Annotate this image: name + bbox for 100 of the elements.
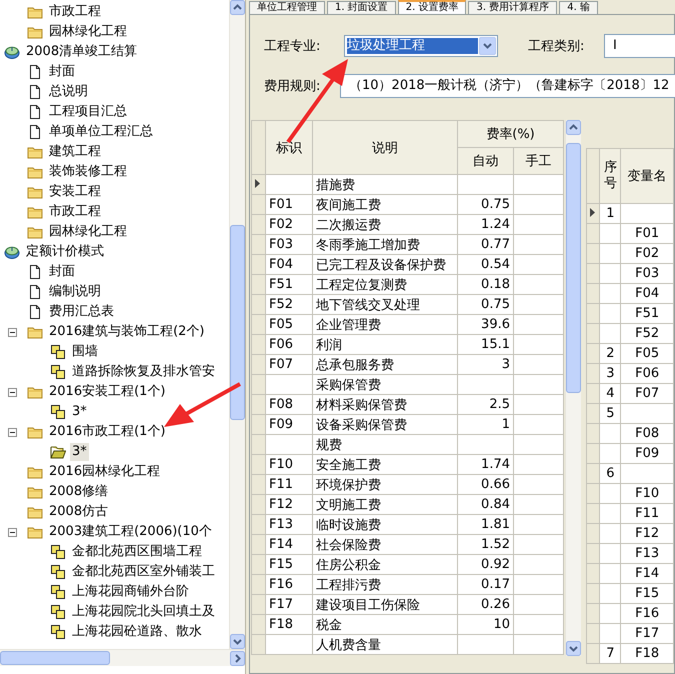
tree-item[interactable]: 围墙 [70, 343, 100, 361]
vertical-scrollbar[interactable] [565, 120, 581, 656]
table-cell[interactable] [514, 194, 564, 214]
table-cell[interactable] [514, 614, 564, 634]
table-cell[interactable] [514, 254, 564, 274]
stacked-squares-icon [50, 584, 66, 600]
tree-item[interactable]: 3* [70, 443, 89, 461]
table-cell[interactable] [514, 534, 564, 554]
table-cell[interactable] [514, 274, 564, 294]
table-cell: 采购保管费 [312, 374, 458, 394]
table-cell: F06 [620, 364, 674, 384]
tab[interactable]: 单位工程管理 [249, 1, 325, 14]
table-cell [600, 324, 621, 344]
tab[interactable]: 3. 费用计算程序 [468, 1, 558, 14]
tree-item[interactable]: 安装工程 [47, 183, 103, 201]
table-cell[interactable] [514, 214, 564, 234]
table-cell[interactable] [514, 454, 564, 474]
table-cell[interactable] [514, 394, 564, 414]
table-cell[interactable] [514, 474, 564, 494]
table-cell[interactable] [514, 554, 564, 574]
tab[interactable]: 2. 设置费率 [398, 0, 466, 14]
scroll-thumb[interactable] [0, 651, 110, 665]
table-cell: F02 [620, 244, 674, 264]
tree-item[interactable]: 园林绿化工程 [47, 23, 129, 41]
fee-rule-field[interactable]: （10）2018一般计税（济宁）（鲁建标字〔2018〕12 [340, 74, 675, 98]
table-cell[interactable] [514, 414, 564, 434]
dropdown-button[interactable] [479, 37, 496, 55]
tree-item[interactable]: 定额计价模式 [24, 243, 106, 261]
table-cell[interactable] [514, 334, 564, 354]
table-cell: 夜间施工费 [312, 194, 458, 214]
table-cell: 7 [600, 644, 621, 664]
table-cell: 1.24 [458, 214, 514, 234]
specialty-dropdown[interactable]: 垃圾处理工程 [344, 35, 498, 57]
table-cell: F18 [266, 614, 312, 634]
table-cell: 工程排污费 [312, 574, 458, 594]
table-cell [600, 244, 621, 264]
table-cell[interactable] [514, 634, 564, 654]
tree-item[interactable]: 上海花园砼道路、散水 [70, 623, 204, 641]
scroll-thumb[interactable] [566, 143, 581, 393]
table-cell[interactable] [514, 374, 564, 394]
tree-item[interactable]: 2016市政工程(1个) [47, 423, 168, 441]
table-cell: F51 [620, 304, 674, 324]
collapse-icon[interactable] [8, 428, 17, 436]
table-cell[interactable] [514, 434, 564, 454]
tree-item[interactable]: 金都北苑西区室外铺装工 [70, 563, 217, 581]
tree-item[interactable]: 2003建筑工程(2006)(10个 [47, 523, 214, 541]
table-cell [600, 584, 621, 604]
table-cell: 企业管理费 [312, 314, 458, 334]
table-cell: F52 [266, 294, 312, 314]
tree-item[interactable]: 上海花园院北头回填土及 [70, 603, 217, 621]
table-cell [620, 464, 674, 484]
tree-item[interactable]: 单项单位工程汇总 [47, 123, 155, 141]
tree-item[interactable]: 装饰装修工程 [47, 163, 129, 181]
column-header: 手工 [514, 148, 564, 174]
tree-item[interactable]: 上海花园商铺外台阶 [70, 583, 191, 601]
vertical-scrollbar[interactable] [229, 0, 245, 649]
table-cell: 建设项目工伤保险 [312, 594, 458, 614]
horizontal-scrollbar[interactable] [0, 649, 245, 666]
column-header: 自动 [458, 148, 514, 174]
collapse-icon[interactable] [8, 528, 17, 536]
tree-item[interactable]: 2016园林绿化工程 [47, 463, 162, 481]
table-cell: 地下管线交叉处理 [312, 294, 458, 314]
tree-item[interactable]: 园林绿化工程 [47, 223, 129, 241]
tree-item[interactable]: 2016安装工程(1个) [47, 383, 168, 401]
table-cell[interactable] [514, 354, 564, 374]
collapse-icon[interactable] [8, 388, 17, 396]
tab[interactable]: 4. 输 [559, 1, 598, 14]
tree-item[interactable]: 市政工程 [47, 203, 103, 221]
tree-item[interactable]: 封面 [47, 263, 77, 281]
table-cell[interactable] [514, 514, 564, 534]
table-cell[interactable] [514, 494, 564, 514]
tree-item[interactable]: 市政工程 [47, 3, 103, 21]
scroll-thumb[interactable] [230, 225, 245, 420]
table-cell[interactable] [514, 314, 564, 334]
tree-item[interactable]: 3* [70, 403, 89, 421]
table-cell[interactable] [514, 594, 564, 614]
tree-item[interactable]: 费用汇总表 [47, 303, 116, 321]
tree-item[interactable]: 2008修缮 [47, 483, 110, 501]
table-cell[interactable] [514, 574, 564, 594]
tree-item[interactable]: 编制说明 [47, 283, 103, 301]
tree-item[interactable]: 工程项目汇总 [47, 103, 129, 121]
open-folder-icon [50, 444, 66, 460]
table-cell: F05 [620, 344, 674, 364]
tree-item[interactable]: 道路拆除恢复及排水管安 [70, 363, 217, 381]
table-cell: F01 [620, 224, 674, 244]
tree-item[interactable]: 封面 [47, 63, 77, 81]
category-field[interactable]: I [604, 34, 675, 58]
tree-item[interactable]: 2008仿古 [47, 503, 110, 521]
tree-item[interactable]: 2008清单竣工结算 [24, 43, 140, 61]
table-cell: 2.5 [458, 394, 514, 414]
tree-item[interactable]: 总说明 [47, 83, 90, 101]
table-cell[interactable] [514, 174, 564, 194]
table-cell[interactable] [514, 294, 564, 314]
tree-item[interactable]: 金都北苑西区围墙工程 [70, 543, 204, 561]
table-cell: 0.77 [458, 234, 514, 254]
tab[interactable]: 1. 封面设置 [327, 1, 396, 14]
tree-item[interactable]: 建筑工程 [47, 143, 103, 161]
table-cell[interactable] [514, 234, 564, 254]
collapse-icon[interactable] [8, 328, 17, 336]
tree-item[interactable]: 2016建筑与装饰工程(2个) [47, 323, 206, 341]
